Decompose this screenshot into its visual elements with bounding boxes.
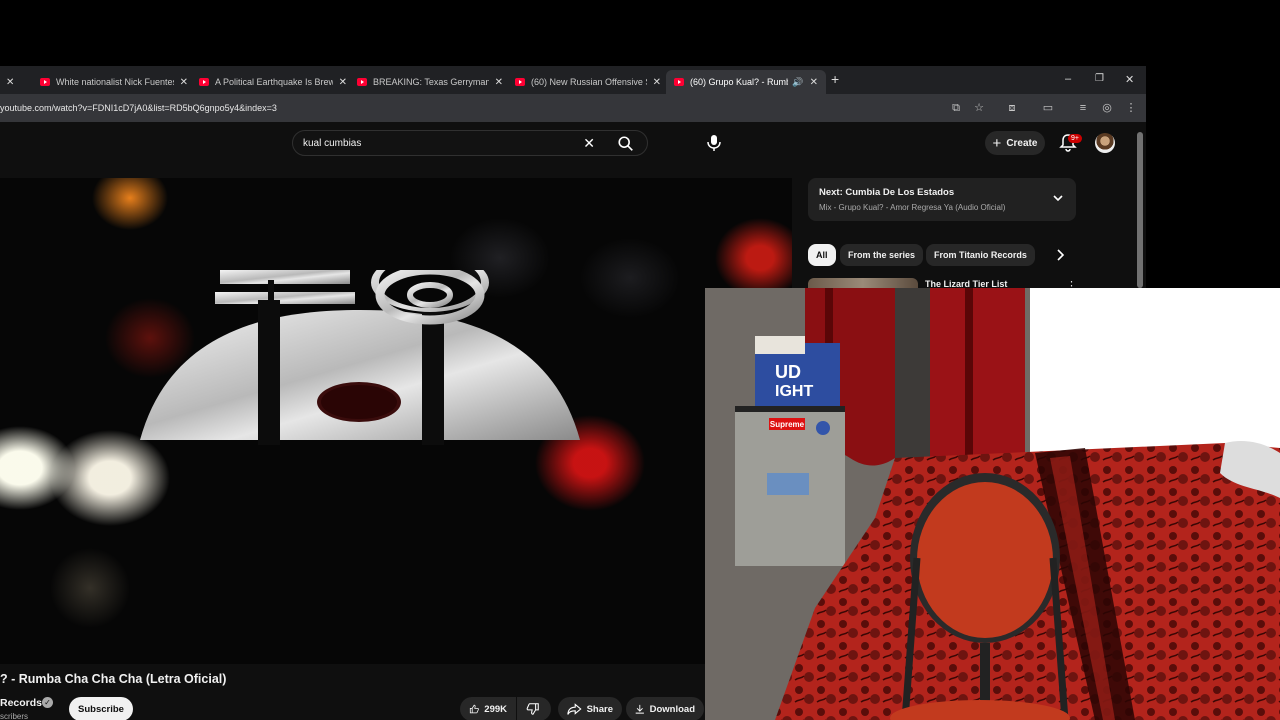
video-player[interactable]: [0, 178, 792, 664]
titanio-logo: [140, 270, 580, 445]
minimize-icon[interactable]: –: [1065, 73, 1071, 85]
webcam-overlay: Supreme UD IGHT: [705, 288, 1280, 720]
subscribe-button[interactable]: Subscribe: [69, 697, 133, 720]
sidepanel-icon[interactable]: ▭: [1041, 101, 1055, 115]
microphone-icon[interactable]: [704, 132, 724, 154]
webcam-scene: Supreme UD IGHT: [705, 288, 1280, 720]
screen: ✕ White nationalist Nick Fuentes ✕ A Pol…: [0, 0, 1280, 720]
download-label: Download: [649, 703, 695, 715]
bookmark-star-icon[interactable]: ☆: [972, 101, 986, 115]
next-up-panel[interactable]: Next: Cumbia De Los Estados Mix - Grupo …: [808, 178, 1076, 221]
media-control-icon[interactable]: ≡: [1076, 101, 1090, 115]
share-button[interactable]: Share: [558, 697, 622, 720]
tab-title: White nationalist Nick Fuentes: [56, 77, 174, 87]
plus-icon: +: [992, 134, 1002, 152]
share-icon: [567, 703, 582, 715]
like-button[interactable]: 299K: [460, 697, 516, 720]
chevron-right-icon[interactable]: [1053, 248, 1067, 262]
tab-title: (60) New Russian Offensive STU: [531, 77, 647, 87]
address-bar: youtube.com/watch?v=FDNI1cD7jA0&list=RD5…: [0, 94, 1146, 122]
create-label: Create: [1006, 137, 1038, 149]
tab-active[interactable]: (60) Grupo Kual? - Rumba 🔊 ✕: [666, 70, 826, 94]
chevron-down-icon[interactable]: [1052, 192, 1064, 204]
clear-search-icon[interactable]: ✕: [583, 135, 595, 152]
verified-icon: ✓: [42, 697, 53, 708]
like-count: 299K: [484, 703, 507, 715]
create-button[interactable]: + Create: [985, 131, 1045, 155]
audio-playing-icon[interactable]: 🔊: [792, 77, 803, 88]
tab-3[interactable]: BREAKING: Texas Gerrymander ✕: [357, 70, 503, 94]
thumbs-up-icon: [469, 704, 479, 714]
close-window-icon[interactable]: ✕: [1125, 73, 1134, 86]
avatar[interactable]: [1095, 133, 1115, 153]
scrollbar[interactable]: [1137, 132, 1143, 288]
search-icon[interactable]: [617, 135, 635, 153]
share-label: Share: [586, 703, 613, 715]
youtube-icon: [674, 78, 684, 86]
dislike-button[interactable]: [517, 697, 551, 720]
tab-2[interactable]: A Political Earthquake Is Brewin ✕: [199, 70, 347, 94]
thumbs-down-icon: [526, 703, 539, 715]
tab-title: (60) Grupo Kual? - Rumba: [690, 77, 789, 87]
youtube-icon: [515, 78, 525, 86]
tab-1[interactable]: White nationalist Nick Fuentes ✕: [40, 70, 188, 94]
search-box[interactable]: kual cumbias ✕: [292, 130, 648, 156]
mix-title: Mix - Grupo Kual? - Amor Regresa Ya (Aud…: [819, 203, 1006, 212]
close-tab-icon[interactable]: ✕: [180, 77, 188, 88]
browser-menu-icon[interactable]: ⋮: [1124, 101, 1138, 115]
chip-from-titanio[interactable]: From Titanio Records: [926, 244, 1035, 266]
download-button[interactable]: Download: [626, 697, 704, 720]
chip-from-series[interactable]: From the series: [840, 244, 924, 266]
close-tab-icon[interactable]: ✕: [653, 77, 661, 88]
box-text-2: IGHT: [775, 383, 813, 400]
tab-title: A Political Earthquake Is Brewin: [215, 77, 333, 87]
browser-tab-bar: ✕ White nationalist Nick Fuentes ✕ A Pol…: [0, 66, 1146, 94]
extensions-icon[interactable]: ⧈: [1005, 101, 1019, 115]
subscriber-count: scribers: [0, 712, 29, 720]
url-field[interactable]: youtube.com/watch?v=FDNI1cD7jA0&list=RD5…: [0, 103, 277, 113]
youtube-icon: [40, 78, 50, 86]
close-tab-icon[interactable]: ✕: [810, 77, 818, 88]
restore-icon[interactable]: ❐: [1095, 73, 1104, 84]
video-title: ? - Rumba Cha Cha Cha (Letra Oficial): [0, 672, 227, 686]
notification-badge: 9+: [1068, 134, 1082, 143]
download-icon: [635, 704, 644, 714]
tab-title: BREAKING: Texas Gerrymander: [373, 77, 489, 87]
profile-icon[interactable]: ◎: [1100, 101, 1114, 115]
tab-partial[interactable]: ✕: [0, 70, 26, 94]
close-tab-icon[interactable]: ✕: [495, 77, 503, 88]
youtube-icon: [357, 78, 367, 86]
new-tab-button[interactable]: +: [831, 71, 839, 87]
close-tab-icon[interactable]: ✕: [6, 77, 14, 88]
install-icon[interactable]: ⧉: [949, 101, 963, 115]
youtube-icon: [199, 78, 209, 86]
search-input[interactable]: kual cumbias: [303, 138, 361, 149]
chip-all[interactable]: All: [808, 244, 836, 266]
box-text: UD: [775, 362, 801, 382]
channel-name[interactable]: Records: [0, 697, 42, 709]
close-tab-icon[interactable]: ✕: [339, 77, 347, 88]
fridge-logo: Supreme: [770, 420, 805, 429]
tab-4[interactable]: (60) New Russian Offensive STU ✕: [515, 70, 661, 94]
next-video-label: Next: Cumbia De Los Estados: [819, 187, 955, 198]
